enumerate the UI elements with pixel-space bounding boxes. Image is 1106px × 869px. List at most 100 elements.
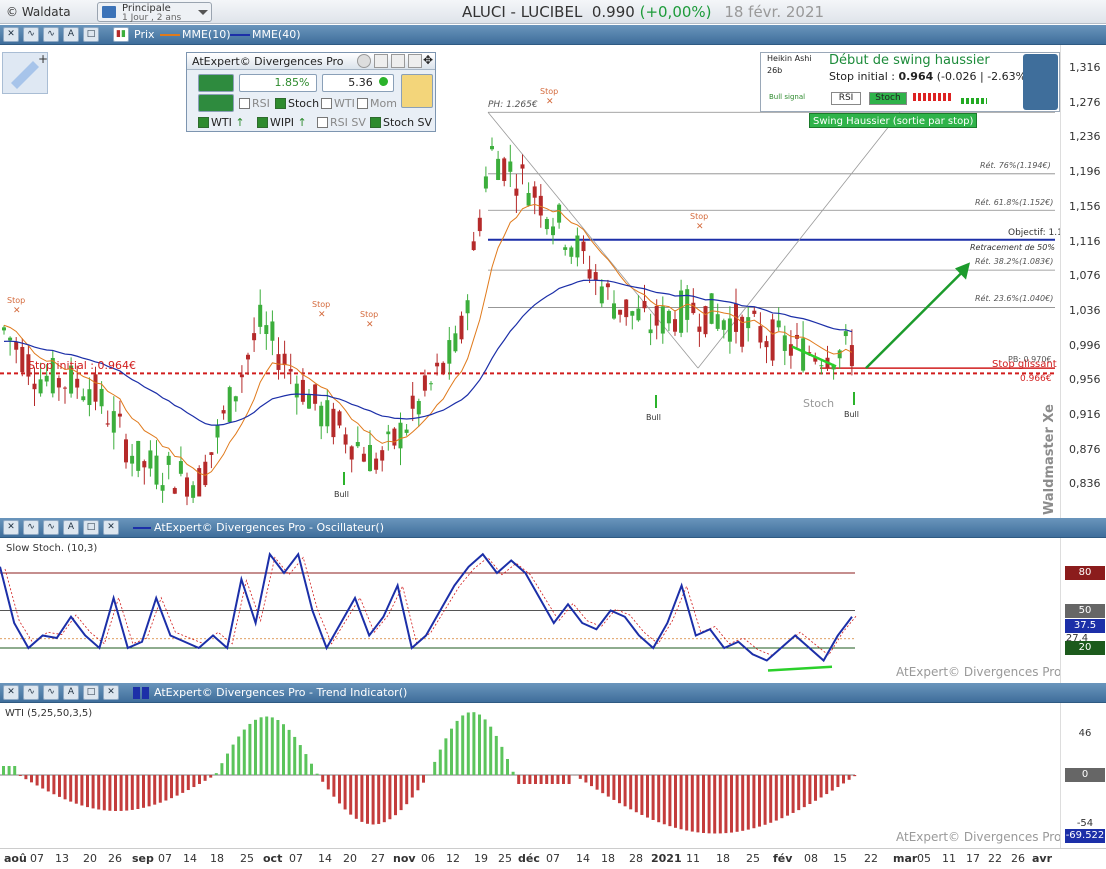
trend-title: AtExpert© Divergences Pro - Trend Indica… <box>154 686 408 699</box>
window-icon[interactable]: □ <box>83 685 99 700</box>
wti-bar <box>595 775 599 790</box>
print-icon[interactable] <box>408 54 422 68</box>
stoch-sv-check[interactable]: Stoch SV <box>370 116 432 129</box>
price-toolbar: ✕ ∿ ∿ A □ ▮▮ Prix MME(10) MME(40) <box>0 25 1106 45</box>
rsi-check[interactable]: RSI <box>239 97 270 110</box>
wti-bar <box>506 758 509 775</box>
chart-title: ALUCI - LUCIBEL 0.990 (+0,00%) 18 févr. … <box>462 3 824 21</box>
wti-check[interactable]: WTI <box>321 97 355 110</box>
candle-body <box>307 394 311 409</box>
candle-body <box>343 434 348 445</box>
rsi-pct-button[interactable]: 1.85% <box>239 74 317 92</box>
rsi-sv-check[interactable]: RSI SV <box>317 116 366 129</box>
tools-icon[interactable]: ✕ <box>3 27 19 42</box>
price-tick: 1,236 <box>1069 130 1101 144</box>
price-tick: 1,116 <box>1069 234 1101 248</box>
candle-body <box>477 217 482 232</box>
save-icon[interactable] <box>391 54 405 68</box>
move-icon[interactable]: ✥ <box>423 53 433 67</box>
stoch-check[interactable]: Stoch <box>275 97 319 110</box>
days-label: 26b <box>767 66 783 75</box>
candle-body <box>490 146 494 150</box>
layout-dropdown[interactable]: Principale 1 Jour , 2 ans <box>97 2 212 23</box>
x-tick: nov <box>393 852 416 865</box>
signal-box: Heikin Ashi 26b Bull signal Début de swi… <box>760 52 1060 112</box>
wti-bar <box>214 773 218 775</box>
candle-body <box>319 405 324 427</box>
settings-icon[interactable] <box>357 54 371 68</box>
sell-icon[interactable] <box>401 74 433 108</box>
abc-icon[interactable]: A <box>63 520 79 535</box>
abc-icon[interactable]: A <box>63 685 79 700</box>
refresh-icon[interactable] <box>374 54 388 68</box>
indicator-icon[interactable]: ∿ <box>43 685 59 700</box>
wti-bar <box>461 715 465 775</box>
mom-check[interactable]: Mom <box>357 97 397 110</box>
side-buttons[interactable] <box>1023 54 1058 110</box>
wave-icon[interactable]: ∿ <box>23 520 39 535</box>
price-tick: 0,876 <box>1069 442 1101 456</box>
stop-icon: ✕ <box>366 320 374 330</box>
wti-bar <box>130 775 134 810</box>
indicator-icon[interactable]: ∿ <box>43 520 59 535</box>
candle-body <box>709 293 714 324</box>
candle-body <box>264 325 269 334</box>
candle-icon[interactable]: ▮▮ <box>113 27 129 42</box>
wave-button[interactable] <box>198 74 234 92</box>
window-icon[interactable]: □ <box>83 520 99 535</box>
stoch-badge[interactable]: Stoch <box>869 92 907 105</box>
trend-chart[interactable]: WTI (5,25,50,3,5) AtExpert© Divergences P… <box>0 703 1060 848</box>
wti-bar <box>786 775 789 816</box>
plus-icon[interactable]: + <box>38 52 48 66</box>
close-icon[interactable]: ✕ <box>103 520 119 535</box>
candle-body <box>178 461 183 474</box>
candle-body <box>355 442 360 447</box>
wti-bar <box>517 775 521 784</box>
wave-icon[interactable]: ∿ <box>23 27 39 42</box>
candle-body <box>172 488 177 494</box>
tools-icon[interactable]: ✕ <box>3 685 19 700</box>
mme10-label[interactable]: MME(10) <box>182 28 231 41</box>
wti-bar <box>242 729 246 775</box>
candle-body <box>557 204 562 223</box>
wti-bar <box>623 775 627 807</box>
rk-button[interactable]: 5.36 <box>322 74 394 92</box>
indicator-icon[interactable]: ∿ <box>43 27 59 42</box>
wti-bar <box>819 775 823 798</box>
wti-bar <box>153 775 157 805</box>
rsi-badge[interactable]: RSI <box>831 92 861 105</box>
stop-glissant-label: Stop glissant <box>992 359 1057 370</box>
candle-body <box>93 374 98 402</box>
wti-bar <box>640 775 644 815</box>
candle-body <box>361 453 366 462</box>
wti-bar <box>35 775 39 786</box>
mme40-label[interactable]: MME(40) <box>252 28 301 41</box>
candle-body <box>2 327 6 331</box>
stop-marker: Stop <box>7 296 25 305</box>
wti-bar <box>847 775 851 780</box>
wti-sv-check[interactable]: WTI ↑ <box>198 116 245 129</box>
wave-icon[interactable]: ∿ <box>23 685 39 700</box>
tools-icon[interactable]: ✕ <box>3 520 19 535</box>
wti-bar <box>522 775 526 784</box>
wave2-button[interactable] <box>198 94 234 112</box>
x-tick: sep <box>132 852 154 865</box>
candle-body <box>410 395 415 409</box>
candle-body <box>38 379 43 394</box>
wti-bar <box>181 775 185 793</box>
candle-body <box>642 300 647 309</box>
osc-chart[interactable]: Slow Stoch. (10,3) AtExpert© Divergences … <box>0 538 1060 683</box>
abc-icon[interactable]: A <box>63 27 79 42</box>
window-icon[interactable]: □ <box>83 27 99 42</box>
close-icon[interactable]: ✕ <box>103 685 119 700</box>
prix-label[interactable]: Prix <box>134 28 155 41</box>
wti-bar <box>842 775 845 784</box>
wti-bar <box>674 775 677 828</box>
wti-bar <box>2 766 5 775</box>
wipi-check[interactable]: WIPI ↑ <box>257 116 307 129</box>
candle-body <box>593 272 598 281</box>
candle-body <box>605 283 610 288</box>
wti-bar <box>550 775 554 784</box>
wti-bar <box>203 775 207 781</box>
wti-bar <box>164 775 168 801</box>
